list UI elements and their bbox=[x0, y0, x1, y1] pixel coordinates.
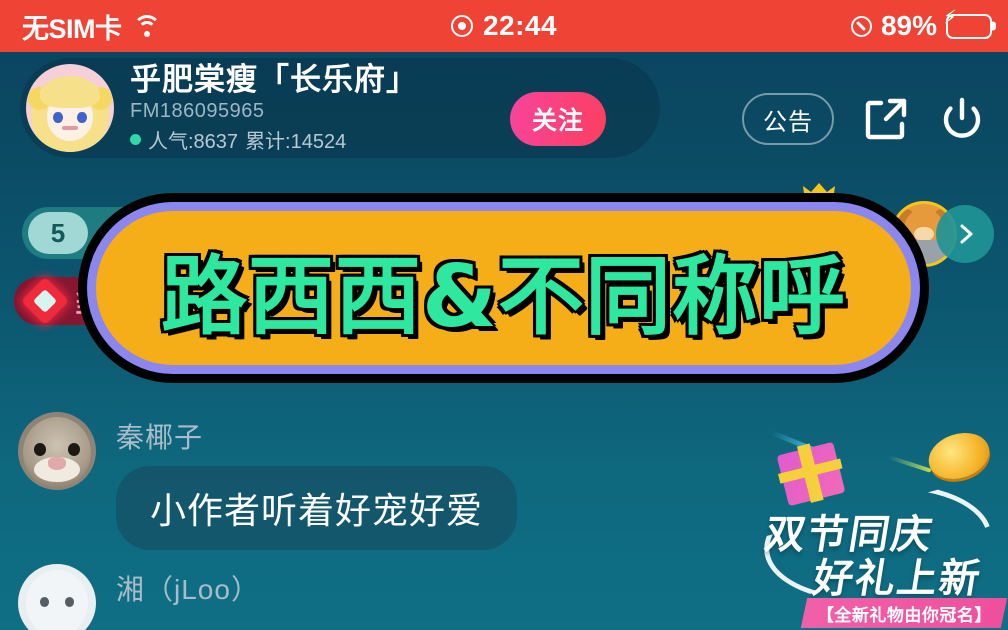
gift-banner-ribbon: 【全新礼物由你冠名】 bbox=[800, 598, 1008, 628]
chat-username: 湘（jLoo） bbox=[116, 574, 260, 605]
announcement-button[interactable]: 公告 bbox=[742, 93, 834, 145]
follow-button[interactable]: 关注 bbox=[510, 92, 606, 146]
status-bar-right: 89% ⚡ bbox=[850, 0, 992, 52]
chat-message[interactable]: 秦椰子 小作者听着好宠好爱 bbox=[18, 412, 718, 550]
chat-username: 秦椰子 bbox=[116, 422, 204, 453]
room-id: FM186095965 bbox=[130, 99, 265, 122]
record-icon bbox=[450, 15, 473, 37]
chat-bubble: 小作者听着好宠好爱 bbox=[116, 466, 518, 550]
status-bar: 无SIM卡 22:44 89% ⚡ bbox=[0, 0, 1008, 52]
overlay-banner-text: 路西西&不同称呼 bbox=[161, 246, 846, 347]
bolt-glyph: ⚡ bbox=[943, 7, 957, 28]
room-title: 乎肥棠瘦「长乐府」 bbox=[130, 62, 418, 98]
gift-banner-line2: 好礼上新 bbox=[809, 556, 986, 602]
diamond-gem-icon bbox=[20, 276, 70, 326]
coin-icon bbox=[922, 425, 996, 487]
streak-decor bbox=[888, 455, 932, 473]
room-info: 乎肥棠瘦「长乐府」 FM186095965 人气:8637 累计:14524 bbox=[130, 62, 418, 154]
overlay-banner: 路西西&不同称呼 bbox=[87, 202, 920, 374]
battery-charging-icon: ⚡ bbox=[943, 8, 992, 39]
location-icon bbox=[850, 15, 872, 37]
popularity-label: 人气:8637 bbox=[148, 130, 239, 153]
total-label: 累计:14524 bbox=[245, 130, 347, 153]
chat-body: 秦椰子 小作者听着好宠好爱 bbox=[116, 412, 518, 550]
chat-message[interactable]: 湘（jLoo） bbox=[18, 564, 718, 630]
gift-banner-ribbon-text: 【全新礼物由你冠名】 bbox=[816, 605, 992, 625]
viewers-next-button[interactable] bbox=[936, 205, 994, 263]
chat-list[interactable]: 秦椰子 小作者听着好宠好爱 湘（jLoo） bbox=[18, 412, 718, 630]
live-dot-icon bbox=[130, 133, 141, 145]
host-avatar[interactable] bbox=[26, 64, 114, 152]
gift-box-icon bbox=[776, 441, 846, 507]
dog-avatar[interactable] bbox=[18, 564, 96, 630]
share-icon[interactable] bbox=[862, 95, 910, 143]
chat-body: 湘（jLoo） bbox=[116, 564, 260, 608]
crown-icon bbox=[803, 183, 835, 202]
level-value: 5 bbox=[28, 212, 88, 254]
cat-avatar[interactable] bbox=[18, 412, 96, 490]
gift-promo-banner[interactable]: 双节同庆 好礼上新 【全新礼物由你冠名】 bbox=[740, 414, 1008, 630]
clock-label: 22:44 bbox=[482, 10, 558, 41]
chevron-right-icon bbox=[960, 224, 973, 244]
power-icon[interactable] bbox=[938, 95, 986, 143]
live-stream-screen: 无SIM卡 22:44 89% ⚡ 乎肥棠瘦「长乐府」 FM186095965 … bbox=[0, 0, 1008, 630]
battery-percent-label: 89% bbox=[880, 10, 937, 41]
room-stats: 人气:8637 累计:14524 bbox=[130, 125, 418, 154]
header-actions: 公告 bbox=[742, 93, 986, 145]
